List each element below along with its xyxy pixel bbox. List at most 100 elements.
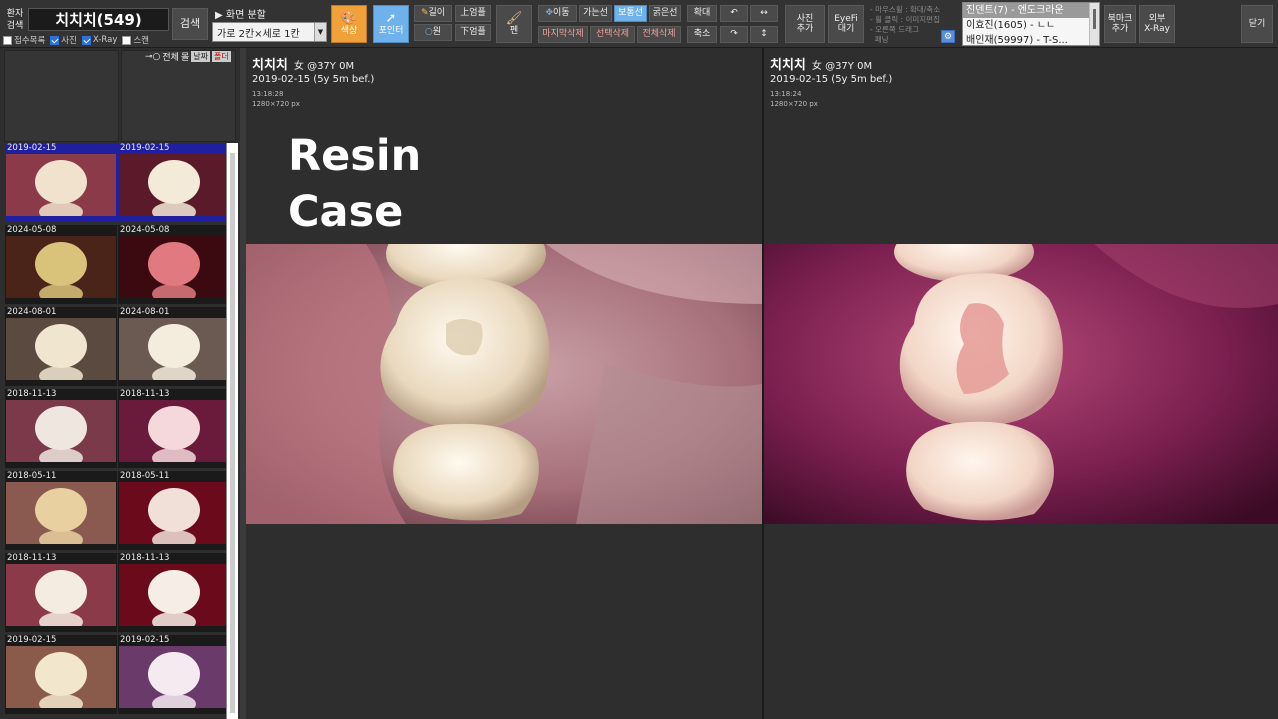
thumbnail-sidebar: ⊸○ 전체 몰 날짜 폴더 2019-02-15 2019-02-15 2024-0…: [0, 48, 240, 719]
thumbnail-image[interactable]: [119, 318, 229, 380]
recent-patient-list[interactable]: 진덴트(7) - 엔도크라운 이효진(1605) - ㄴㄴ 배인재(59997)…: [962, 2, 1100, 46]
eyefi-button[interactable]: EyeFi 대기: [828, 5, 864, 43]
thumbnail[interactable]: 2019-02-15: [5, 635, 117, 714]
radio-icon[interactable]: ⊸○: [145, 52, 160, 62]
pen-button[interactable]: 🖌 펜: [496, 5, 532, 43]
delete-selected-button[interactable]: 선택삭제: [590, 26, 635, 43]
palette-icon: 🎨: [340, 10, 358, 26]
thumbnail-date: 2018-11-13: [7, 553, 57, 563]
filter-reception[interactable]: 접수목록: [3, 34, 45, 46]
split-select[interactable]: 가로 2칸×세로 1칸 ▼: [212, 22, 327, 42]
thumbnail[interactable]: 2024-05-08: [118, 225, 230, 304]
photo-size: 1280×720 px: [770, 100, 818, 108]
thumbnail-image[interactable]: [119, 154, 229, 216]
thumbnail[interactable]: 2024-05-08: [5, 225, 117, 304]
date-sort-tag[interactable]: 날짜: [191, 51, 210, 62]
pointer-button[interactable]: ➚ 포인터: [373, 5, 409, 43]
thumbnail-image[interactable]: [119, 482, 229, 544]
add-photo-button[interactable]: 사진 추가: [785, 5, 825, 43]
patient-search-label: 환자 검색: [6, 9, 24, 31]
bookmark-button[interactable]: 북마크 추가: [1104, 5, 1136, 43]
delete-all-button[interactable]: 전체삭제: [637, 26, 681, 43]
chevron-down-icon[interactable]: ▼: [314, 23, 326, 41]
search-button[interactable]: 검색: [172, 8, 208, 40]
checkbox-checked-icon[interactable]: [50, 35, 60, 45]
empty-slot: [4, 50, 119, 142]
normal-line-button[interactable]: 보통선: [614, 5, 647, 22]
thumbnail-image[interactable]: [6, 646, 116, 708]
thumbnail-image[interactable]: [6, 564, 116, 626]
photo-date: 2019-02-15 (5y 5m bef.): [770, 74, 893, 85]
close-button[interactable]: 닫기: [1241, 5, 1273, 43]
thumbnail[interactable]: 2024-08-01: [5, 307, 117, 386]
sidebar-scrollbar[interactable]: [226, 143, 238, 719]
thumbnail[interactable]: 2018-05-11: [5, 471, 117, 550]
thumbnail-date: 2024-08-01: [7, 307, 57, 317]
filter-xray[interactable]: X-Ray: [81, 35, 117, 45]
checkbox-icon[interactable]: [122, 35, 132, 45]
list-item[interactable]: 배인재(59997) - T-S...: [963, 33, 1099, 45]
thumbnail[interactable]: 2018-11-13: [118, 553, 230, 632]
folder-tag[interactable]: 폴더: [211, 51, 231, 62]
thin-line-button[interactable]: 가는선: [579, 5, 612, 22]
thumbnail-image[interactable]: [119, 646, 229, 708]
thumbnail-image[interactable]: [6, 318, 116, 380]
list-item[interactable]: 진덴트(7) - 엔도크라운: [963, 3, 1099, 18]
thumbnail[interactable]: 2018-05-11: [118, 471, 230, 550]
flip-vertical-icon[interactable]: ↕: [750, 26, 778, 43]
thumbnail-image[interactable]: [6, 236, 116, 298]
thumbnail-date: 2019-02-15: [120, 635, 170, 645]
thumbnail-image[interactable]: [6, 400, 116, 462]
pencil-icon: ✎: [420, 8, 429, 19]
filter-scan[interactable]: 스캔: [122, 34, 149, 46]
lower-button[interactable]: 下엄플: [455, 24, 491, 41]
thumbnail-image[interactable]: [119, 400, 229, 462]
dental-photo-before[interactable]: [246, 244, 762, 524]
rotate-left-icon[interactable]: ↶: [720, 5, 748, 22]
thumbnail-date: 2019-02-15: [7, 635, 57, 645]
gear-icon[interactable]: ⚙: [941, 30, 955, 43]
filter-photo[interactable]: 사진: [50, 34, 77, 46]
scroll-thumb[interactable]: [230, 153, 235, 713]
move-icon: ✥: [545, 8, 553, 19]
thumbnail-image[interactable]: [6, 154, 116, 216]
delete-last-button[interactable]: 마지막삭제: [538, 26, 588, 43]
thumbnail-date: 2019-02-15: [118, 143, 230, 154]
viewer-pane-right[interactable]: 치치치 女 @37Y 0M 2019-02-15 (5y 5m bef.) 13…: [764, 48, 1278, 719]
thick-line-button[interactable]: 굵은선: [649, 5, 681, 22]
thumbnail[interactable]: 2024-08-01: [118, 307, 230, 386]
circle-icon: ○: [424, 27, 433, 38]
color-button[interactable]: 🎨 색상: [331, 5, 367, 43]
filter-checkboxes: 접수목록 사진 X-Ray 스캔: [3, 34, 149, 46]
thumbnail[interactable]: 2018-11-13: [5, 389, 117, 468]
thumbnail-image[interactable]: [6, 482, 116, 544]
overlay-caption: Resin Case: [288, 131, 422, 237]
thumbnail-date: 2024-08-01: [120, 307, 170, 317]
list-scrollbar[interactable]: [1089, 3, 1099, 45]
split-label: ▶ 화면 분할: [215, 10, 266, 21]
thumbnail[interactable]: 2018-11-13: [5, 553, 117, 632]
length-button[interactable]: ✎ 길이: [414, 5, 452, 22]
dental-photo-after[interactable]: [764, 244, 1278, 524]
thumbnail-image[interactable]: [119, 564, 229, 626]
checkbox-icon[interactable]: [3, 35, 12, 45]
patient-name-field[interactable]: 치치치(549): [28, 8, 169, 31]
checkbox-checked-icon[interactable]: [81, 35, 91, 45]
dental-image-viewer: 환자 검색 치치치(549) 검색 접수목록 사진 X-Ray 스캔 ▶ 화면 …: [0, 0, 1278, 719]
list-item[interactable]: 이효진(1605) - ㄴㄴ: [963, 18, 1099, 33]
thumbnail-date: 2018-11-13: [7, 389, 57, 399]
circle-button[interactable]: ○ 원: [414, 24, 452, 41]
zoom-out-button[interactable]: 축소: [687, 26, 717, 43]
flip-horizontal-icon[interactable]: ↔: [750, 5, 778, 22]
thumbnail[interactable]: 2019-02-15: [118, 635, 230, 714]
external-xray-button[interactable]: 외부 X-Ray: [1139, 5, 1175, 43]
thumbnail[interactable]: 2019-02-15: [118, 143, 230, 222]
thumbnail[interactable]: 2018-11-13: [118, 389, 230, 468]
zoom-in-button[interactable]: 확대: [687, 5, 717, 22]
rotate-right-icon[interactable]: ↷: [720, 26, 748, 43]
cursor-icon: ➚: [385, 10, 397, 26]
thumbnail[interactable]: 2019-02-15: [5, 143, 117, 222]
upper-button[interactable]: 上엄플: [455, 5, 491, 22]
thumbnail-image[interactable]: [119, 236, 229, 298]
move-button[interactable]: ✥ 이동: [538, 5, 577, 22]
